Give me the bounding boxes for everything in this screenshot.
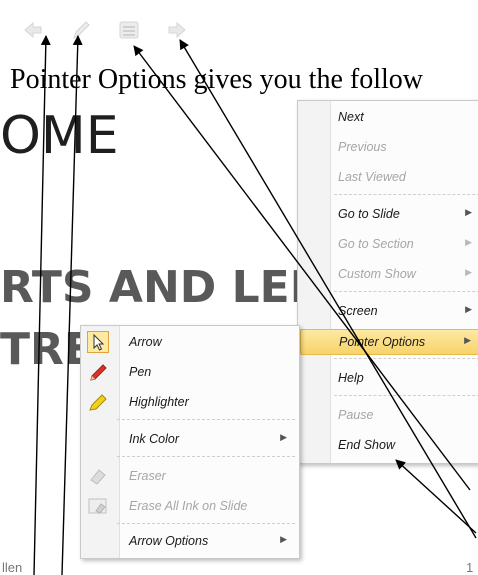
menu-item-custom-show[interactable]: Custom Show ▶	[300, 262, 478, 286]
menu-item-last-viewed[interactable]: Last Viewed	[300, 165, 478, 189]
menu-item-label: Pen	[129, 365, 152, 379]
menu-item-label: Pointer Options	[339, 335, 426, 349]
menu-item-highlighter[interactable]: Highlighter	[83, 390, 297, 414]
pen-icon[interactable]	[68, 17, 94, 43]
menu-item-label: Help	[338, 371, 364, 385]
menu-separator	[334, 358, 478, 359]
menu-item-label: Go to Slide	[338, 207, 400, 221]
slide-title-partial: OME	[0, 106, 119, 166]
menu-separator	[117, 419, 295, 420]
submenu-arrow-icon: ▶	[280, 534, 287, 544]
menu-item-label: Ink Color	[129, 432, 180, 446]
menu-item-ink-color[interactable]: Ink Color ▶	[83, 427, 297, 451]
submenu-arrow-icon: ▶	[465, 267, 472, 277]
menu-item-label: Custom Show	[338, 267, 416, 281]
slide-footer-partial: llen	[2, 560, 23, 575]
menu-separator	[117, 523, 295, 524]
menu-item-eraser[interactable]: Eraser	[83, 464, 297, 488]
submenu-arrow-icon: ▶	[465, 304, 472, 314]
eraser-icon	[87, 465, 109, 487]
menu-item-pause[interactable]: Pause	[300, 403, 478, 427]
submenu-arrow-icon: ▶	[465, 237, 472, 247]
menu-item-label: Eraser	[129, 469, 166, 483]
back-arrow-icon[interactable]	[20, 17, 46, 43]
menu-item-screen[interactable]: Screen ▶	[300, 299, 478, 323]
menu-item-arrow[interactable]: Arrow	[83, 330, 297, 354]
menu-item-next[interactable]: Next	[300, 105, 478, 129]
menu-item-label: Previous	[338, 140, 387, 154]
annotation-arrow	[395, 459, 477, 534]
menu-separator	[334, 395, 478, 396]
slideshow-context-menu: Next Previous Last Viewed Go to Slide ▶ G…	[297, 100, 478, 464]
slide-page-number: 1	[466, 560, 474, 575]
menu-item-previous[interactable]: Previous	[300, 135, 478, 159]
menu-item-end-show[interactable]: End Show	[300, 433, 478, 457]
menu-item-label: Last Viewed	[338, 170, 406, 184]
yellow-highlighter-icon	[87, 391, 109, 413]
menu-separator	[334, 194, 478, 195]
menu-item-help[interactable]: Help	[300, 366, 478, 390]
menu-separator	[117, 456, 295, 457]
erase-all-icon	[87, 495, 109, 517]
menu-item-arrow-options[interactable]: Arrow Options ▶	[83, 529, 297, 553]
forward-arrow-icon[interactable]	[164, 17, 190, 43]
red-pen-icon	[87, 361, 109, 383]
menu-item-go-to-slide[interactable]: Go to Slide ▶	[300, 202, 478, 226]
slideshow-toolbar	[20, 17, 190, 43]
menu-item-label: Arrow Options	[129, 534, 209, 548]
cursor-arrow-icon	[87, 331, 109, 353]
menu-item-label: Pause	[338, 408, 374, 422]
menu-item-label: Erase All Ink on Slide	[129, 499, 248, 513]
menu-item-erase-all-ink[interactable]: Erase All Ink on Slide	[83, 494, 297, 518]
menu-item-label: End Show	[338, 438, 395, 452]
menu-item-label: Arrow	[129, 335, 162, 349]
menu-item-label: Highlighter	[129, 395, 189, 409]
menu-item-pointer-options[interactable]: Pointer Options ▶	[300, 329, 478, 355]
menu-icon[interactable]	[116, 17, 142, 43]
menu-separator	[334, 291, 478, 292]
pointer-options-submenu: Arrow Pen Highlighter Ink Color ▶ Eraser…	[80, 325, 300, 559]
submenu-arrow-icon: ▶	[280, 432, 287, 442]
menu-item-label: Next	[338, 110, 364, 124]
menu-item-go-to-section[interactable]: Go to Section ▶	[300, 232, 478, 256]
submenu-arrow-icon: ▶	[465, 207, 472, 217]
menu-item-label: Go to Section	[338, 237, 414, 251]
submenu-arrow-icon: ▶	[464, 335, 471, 345]
menu-item-label: Screen	[338, 304, 378, 318]
menu-item-pen[interactable]: Pen	[83, 360, 297, 384]
caption-text: Pointer Options gives you the follow	[10, 64, 423, 95]
